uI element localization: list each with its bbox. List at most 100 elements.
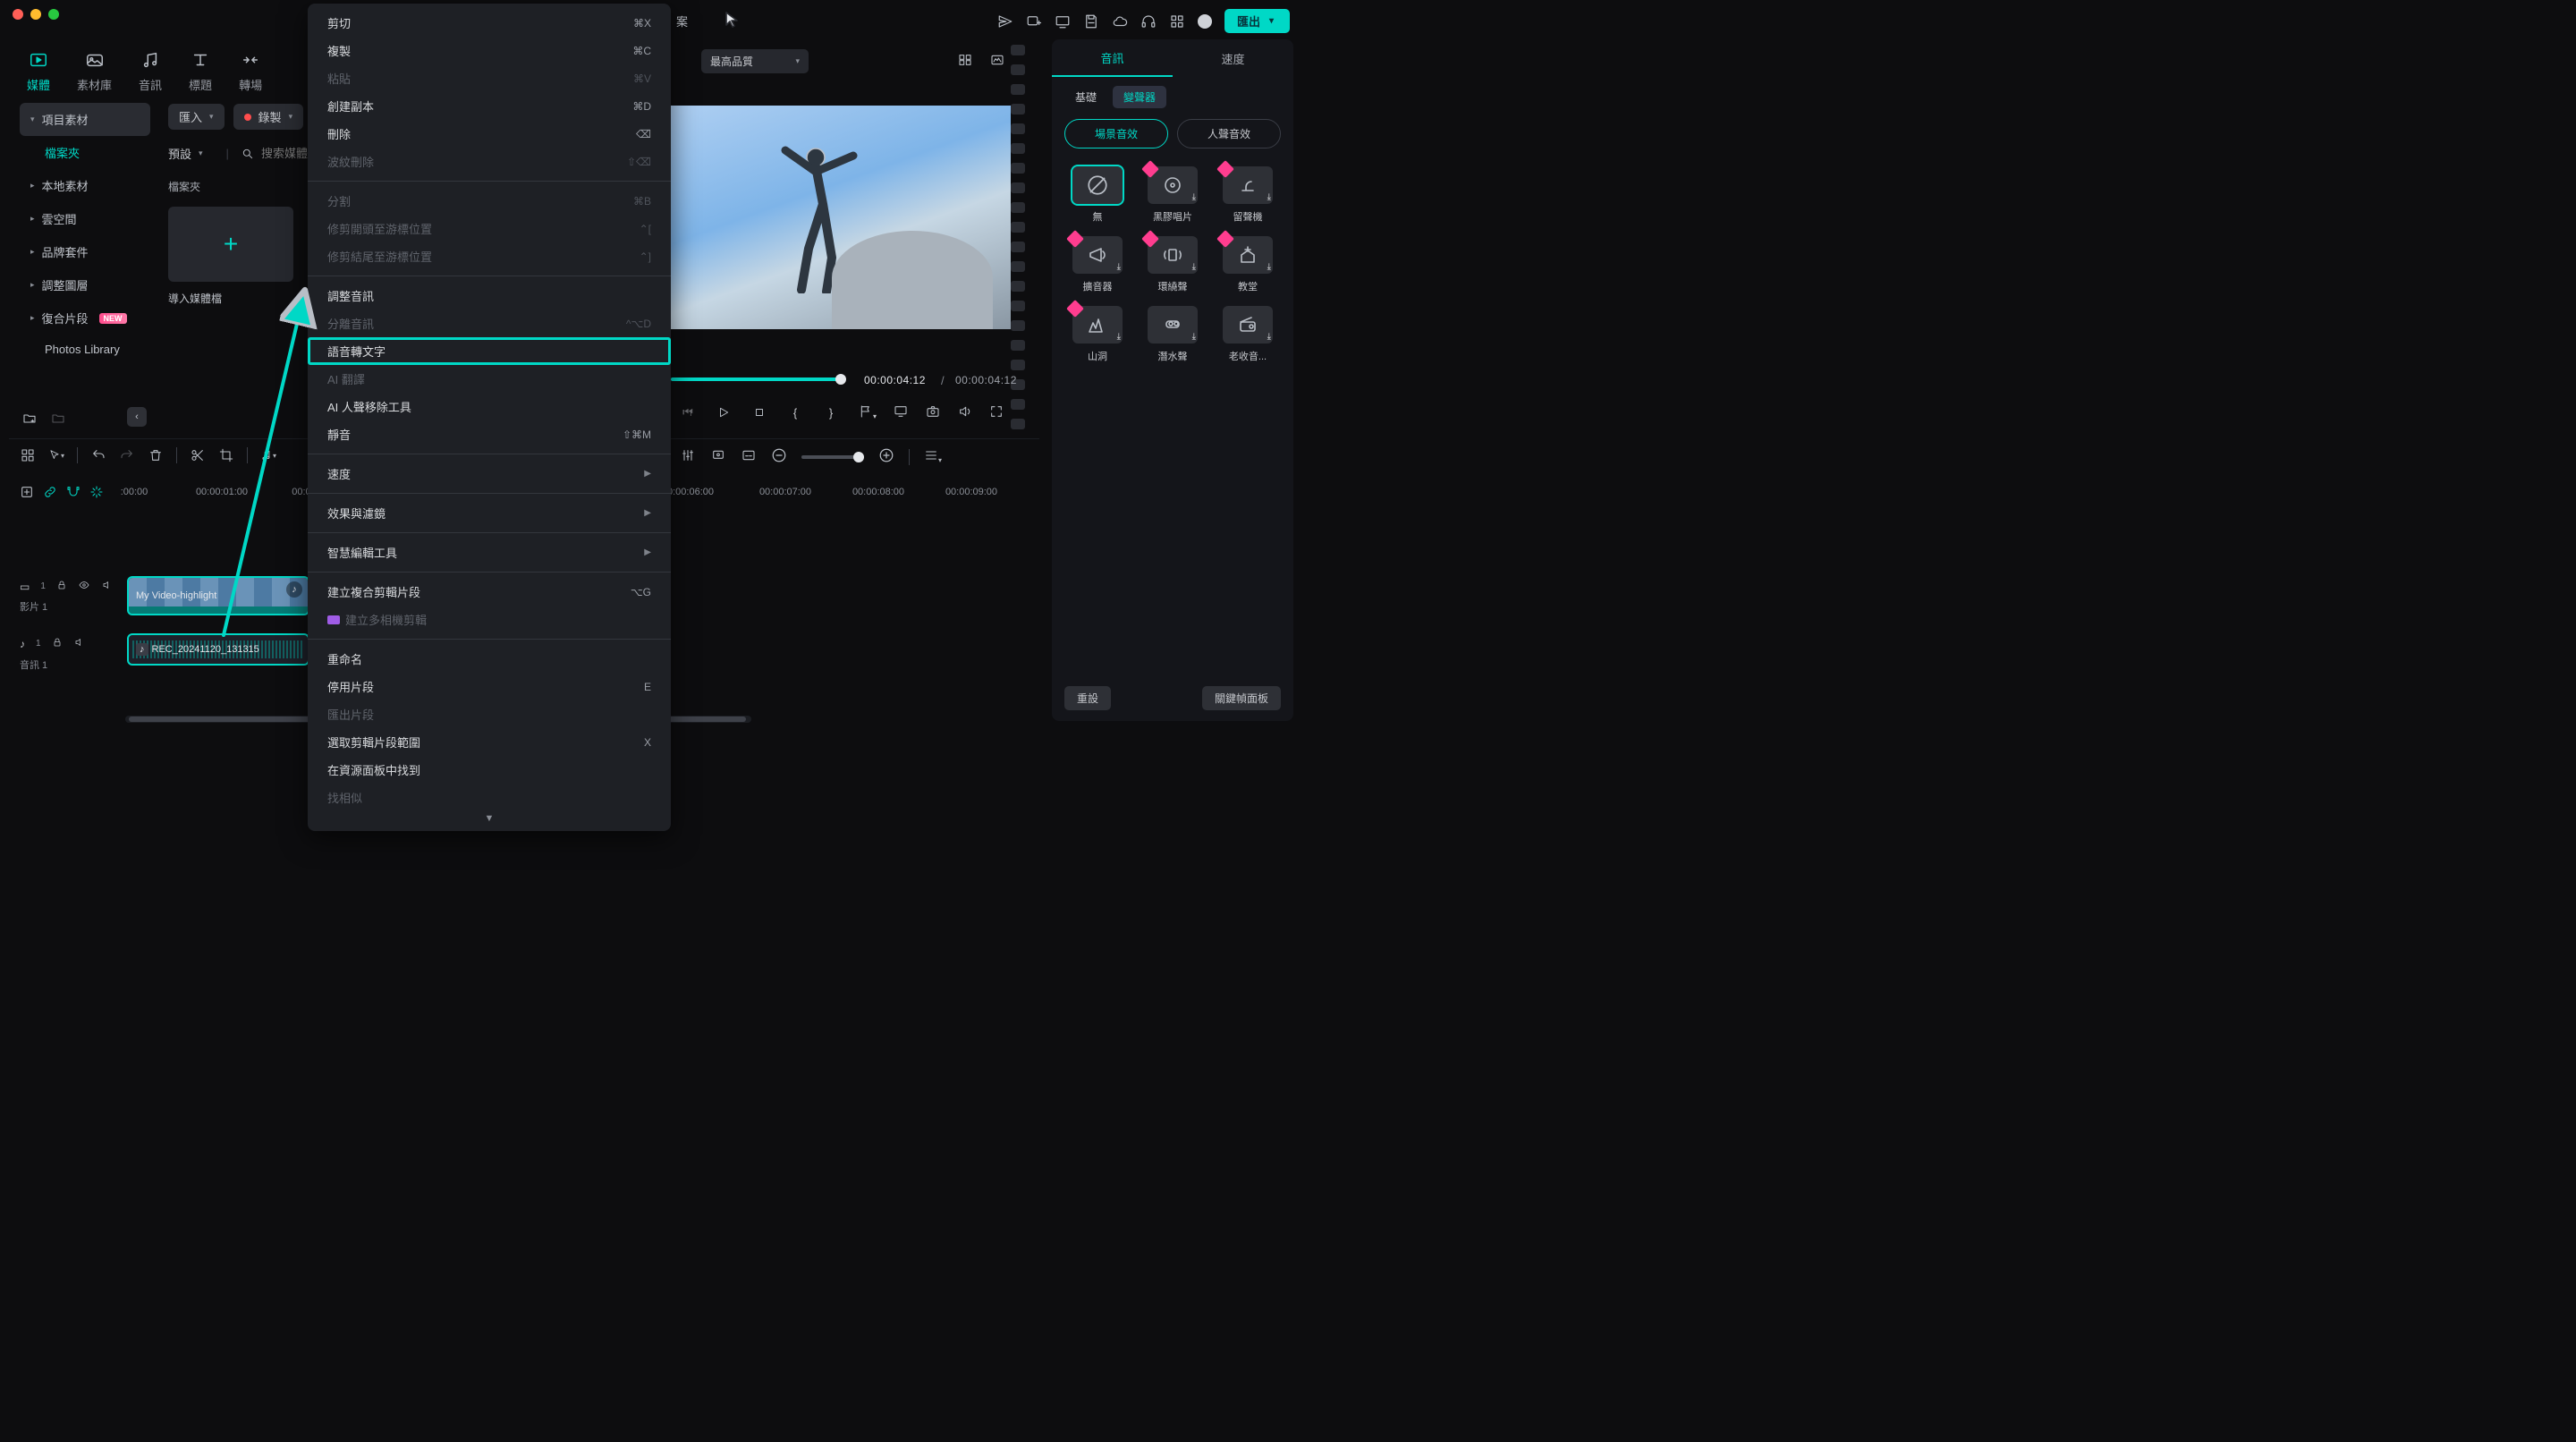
scopes-icon[interactable] [987,52,1007,68]
mark-out-icon[interactable]: } [823,404,839,420]
sidebar-local[interactable]: ▸本地素材 [20,169,150,202]
ctx-disable-clip[interactable]: 停用片段E [308,673,671,700]
link-icon[interactable] [43,485,57,502]
media-add-icon[interactable] [1026,13,1042,30]
search-input[interactable] [261,147,315,160]
export-button[interactable]: 匯出 ▾ [1224,9,1290,33]
subtab-voice-changer[interactable]: 變聲器 [1113,86,1166,108]
monitor-icon[interactable] [893,404,909,421]
marker-add-icon[interactable] [710,448,726,465]
record-dropdown[interactable]: 錄製▾ [233,104,304,130]
fx-surround[interactable]: ⤓ [1148,236,1198,274]
mute-icon[interactable] [73,637,86,650]
magnet-icon[interactable] [66,485,80,502]
display-icon[interactable] [1055,13,1071,30]
ctx-cut[interactable]: 剪切⌘X [308,9,671,37]
ctx-reveal-in-panel[interactable]: 在資源面板中找到 [308,756,671,784]
crop-icon[interactable] [218,447,234,463]
ctx-speech-to-text[interactable]: 語音轉文字 [308,337,671,365]
audio-mixer-icon[interactable] [680,448,696,465]
preset-dropdown[interactable]: 預設▾ [168,140,214,166]
tab-media[interactable]: 媒體 [27,49,50,93]
visibility-icon[interactable] [78,580,90,593]
subtab-basic[interactable]: 基礎 [1064,86,1107,108]
playback-progress[interactable] [671,377,841,381]
rtab-audio[interactable]: 音訊 [1052,39,1173,77]
ctx-mute[interactable]: 靜音⇧⌘M [308,420,671,448]
fx-dive[interactable]: ⤓ [1148,306,1198,344]
media-search[interactable] [242,147,315,160]
audio-tools-icon[interactable]: ▾ [260,447,276,463]
fx-radio[interactable]: ⤓ [1223,306,1273,344]
redo-icon[interactable] [119,447,135,463]
audio-track-icon[interactable]: ♪ [20,638,25,650]
minimize-window[interactable] [30,9,41,20]
marker-flag-icon[interactable]: ▾ [859,404,877,421]
layout-icon[interactable] [20,447,36,463]
grid-layout-icon[interactable] [955,52,975,68]
folder-icon[interactable] [50,411,66,428]
fullscreen-icon[interactable] [989,404,1004,421]
fx-cave[interactable]: ⤓ [1072,306,1123,344]
zoom-slider[interactable] [801,455,864,459]
fx-none[interactable] [1072,166,1123,204]
keyframe-panel-button[interactable]: 關鍵幀面板 [1202,686,1281,710]
step-back-icon[interactable]: ⏮⃓ [680,404,696,420]
send-icon[interactable] [997,13,1013,30]
user-avatar[interactable] [1198,14,1212,29]
audio-clip[interactable]: ♪ REC_20241120_131315 [129,635,308,664]
caption-icon[interactable] [741,448,757,465]
fx-gramophone[interactable]: ⤓ [1223,166,1273,204]
new-folder-icon[interactable] [21,411,38,428]
undo-icon[interactable] [90,447,106,463]
ctx-select-range[interactable]: 選取剪輯片段範圍X [308,728,671,756]
play-icon[interactable] [716,404,732,420]
fx-church[interactable]: ⤓ [1223,236,1273,274]
ctx-delete[interactable]: 刪除⌫ [308,120,671,148]
sidebar-project-assets[interactable]: ▾項目素材 [20,103,150,136]
track-add-icon[interactable] [20,485,34,502]
sidebar-brand[interactable]: ▸品牌套件 [20,235,150,268]
scissors-icon[interactable] [190,447,206,463]
sidebar-adjust-layer[interactable]: ▸調整圖層 [20,268,150,301]
ctx-scroll-down[interactable]: ▼ [308,811,671,826]
fx-amplifier[interactable]: ⤓ [1072,236,1123,274]
close-window[interactable] [13,9,23,20]
snapshot-icon[interactable] [925,404,941,421]
mute-icon[interactable] [101,580,114,593]
tab-audio[interactable]: 音訊 [139,49,162,93]
sidebar-cloud[interactable]: ▸雲空間 [20,202,150,235]
ctx-duplicate[interactable]: 創建副本⌘D [308,92,671,120]
track-height-icon[interactable]: ▾ [924,448,942,465]
ctx-smart-tools[interactable]: 智慧編輯工具▶ [308,539,671,566]
sidebar-folder[interactable]: 檔案夾 [20,136,150,169]
mark-in-icon[interactable]: { [787,404,803,420]
cloud-icon[interactable] [1112,13,1128,30]
trash-icon[interactable] [148,447,164,463]
ctx-effects-filters[interactable]: 效果與濾鏡▶ [308,499,671,527]
ctx-create-compound[interactable]: 建立複合剪輯片段⌥G [308,578,671,606]
mode-scene[interactable]: 場景音效 [1064,119,1168,148]
fx-vinyl[interactable]: ⤓ [1148,166,1198,204]
apps-icon[interactable] [1169,13,1185,30]
reset-button[interactable]: 重設 [1064,686,1111,710]
import-dropdown[interactable]: 匯入▾ [168,104,225,130]
ctx-speed[interactable]: 速度▶ [308,460,671,488]
ctx-rename[interactable]: 重命名 [308,645,671,673]
maximize-window[interactable] [48,9,59,20]
mode-vocal[interactable]: 人聲音效 [1177,119,1281,148]
auto-ripple-icon[interactable] [89,485,104,502]
video-track-icon[interactable]: ▭ [20,581,30,593]
volume-icon[interactable] [957,404,973,421]
import-media-tile[interactable]: + [168,207,293,282]
lock-icon[interactable] [52,637,63,650]
ctx-ai-vocal-remove[interactable]: AI 人聲移除工具 [308,393,671,420]
ctx-adjust-audio[interactable]: 調整音訊 [308,282,671,310]
zoom-out-icon[interactable] [771,447,787,466]
quality-select[interactable]: 最高品質 ▾ [701,49,809,73]
tab-title[interactable]: 標題 [189,49,212,93]
zoom-in-icon[interactable] [878,447,894,466]
stop-icon[interactable] [751,404,767,420]
sidebar-compound[interactable]: ▸復合片段NEW [20,301,150,335]
save-icon[interactable] [1083,13,1099,30]
